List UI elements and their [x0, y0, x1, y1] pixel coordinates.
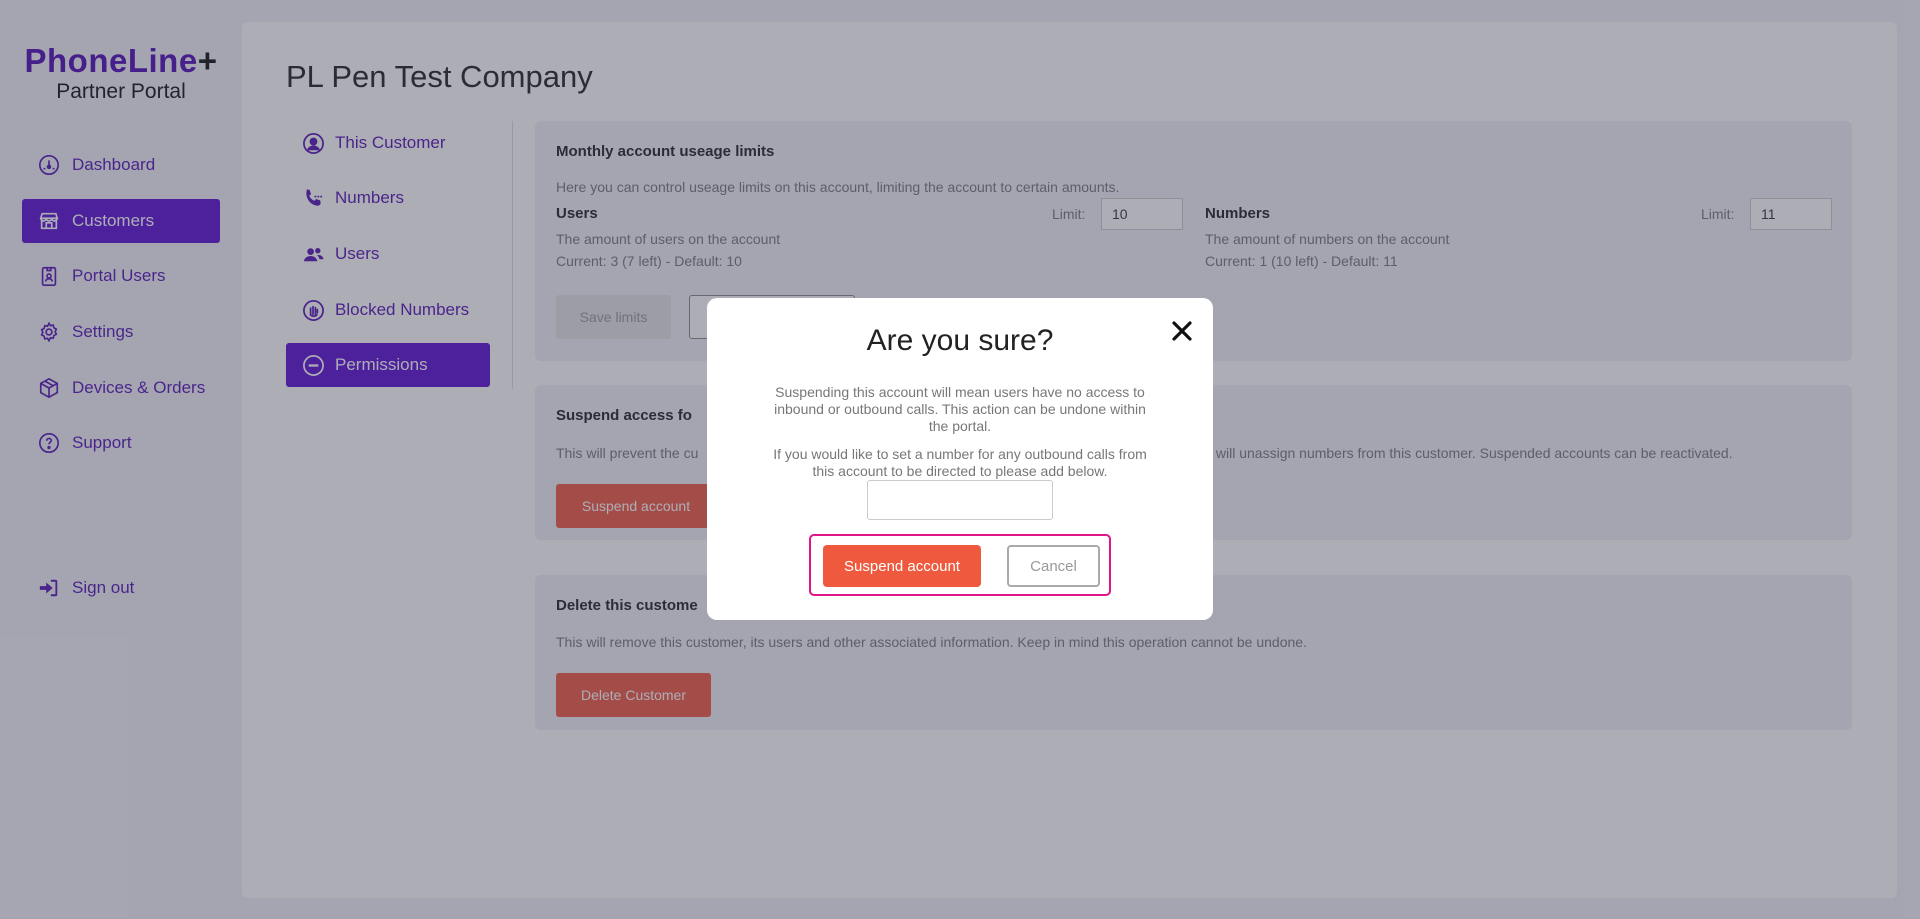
dialog-title: Are you sure? [866, 324, 1054, 357]
confirm-suspend-button[interactable]: Suspend account [823, 545, 981, 587]
dialog-instruction-text: If you would like to set a number for an… [773, 446, 1147, 479]
redirect-number-input[interactable] [867, 480, 1053, 520]
cancel-button[interactable]: Cancel [1007, 545, 1100, 587]
confirm-suspend-dialog: Are you sure? Suspending this account wi… [707, 298, 1213, 620]
close-icon[interactable] [1167, 316, 1197, 346]
dialog-warning-text: Suspending this account will mean users … [774, 384, 1146, 434]
dialog-actions-highlight: Suspend account Cancel [809, 534, 1111, 596]
